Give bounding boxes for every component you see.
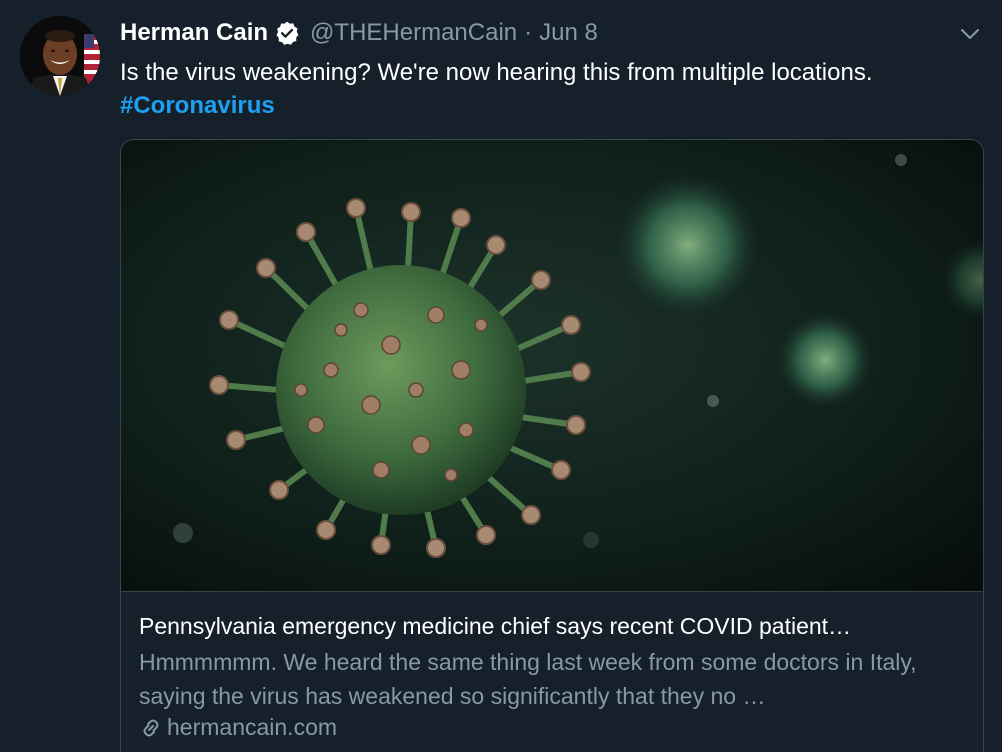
- link-card[interactable]: Pennsylvania emergency medicine chief sa…: [120, 139, 984, 752]
- tweet[interactable]: Herman Cain @THEHermanCain · Jun 8 Is th…: [0, 0, 1002, 752]
- tweet-date[interactable]: Jun 8: [539, 19, 598, 47]
- card-description: Hmmmmmm. We heard the same thing last we…: [139, 649, 917, 709]
- chevron-down-icon[interactable]: [958, 22, 982, 46]
- card-domain[interactable]: hermancain.com: [139, 714, 965, 741]
- tweet-text: Is the virus weakening? We're now hearin…: [120, 56, 980, 122]
- tweet-header: Herman Cain @THEHermanCain · Jun 8: [120, 18, 598, 48]
- card-domain-text: hermancain.com: [167, 714, 338, 740]
- card-image[interactable]: [121, 140, 983, 592]
- verified-badge-icon: [274, 20, 300, 46]
- link-icon: [139, 716, 163, 740]
- tweet-body: Is the virus weakening? We're now hearin…: [120, 59, 873, 86]
- card-title[interactable]: Pennsylvania emergency medicine chief sa…: [139, 610, 965, 643]
- author-handle[interactable]: @THEHermanCain: [310, 19, 517, 47]
- avatar[interactable]: [20, 16, 100, 96]
- hashtag-link[interactable]: #Coronavirus: [120, 92, 275, 119]
- author-name[interactable]: Herman Cain: [120, 19, 268, 47]
- card-body: Pennsylvania emergency medicine chief sa…: [121, 592, 983, 741]
- separator-dot: ·: [524, 19, 533, 46]
